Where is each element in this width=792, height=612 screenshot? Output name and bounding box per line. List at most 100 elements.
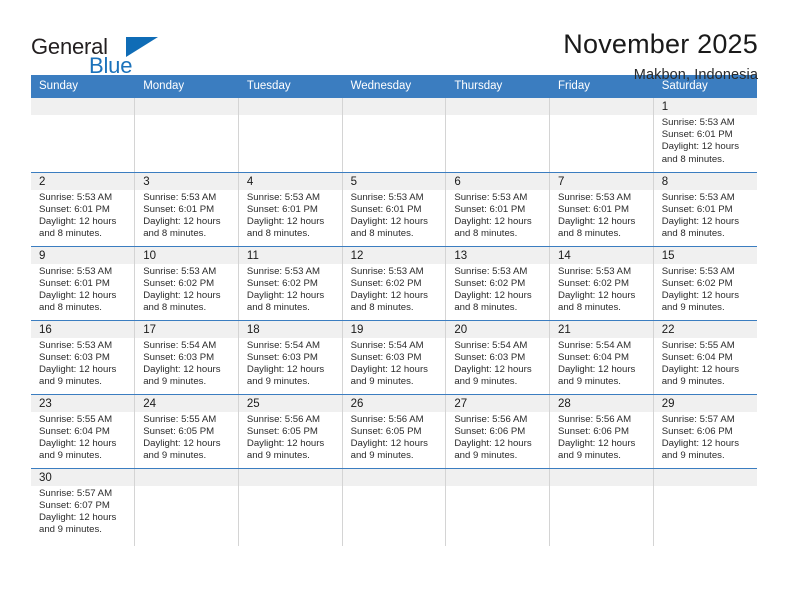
- calendar-table: Sunday Monday Tuesday Wednesday Thursday Frid…: [31, 75, 757, 546]
- day-detail-line: Sunrise: 5:57 AM: [661, 413, 735, 425]
- calendar-day-cell[interactable]: 13 Sunrise: 5:53 AM Sunset: 6:02 PM Dayligh…: [445, 246, 551, 321]
- calendar-day-cell[interactable]: 25 Sunrise: 5:56 AM Sunset: 6:05 PM Dayligh…: [238, 394, 343, 469]
- day-number: [550, 468, 653, 486]
- calendar-day-cell[interactable]: 2 Sunrise: 5:53 AM Sunset: 6:01 PM Daylight…: [31, 172, 136, 247]
- calendar-day-cell[interactable]: 29 Sunrise: 5:57 AM Sunset: 6:06 PM Dayligh…: [653, 394, 757, 469]
- day-detail-line: Sunrise: 5:56 AM: [454, 413, 528, 425]
- calendar-day-cell[interactable]: 27 Sunrise: 5:56 AM Sunset: 6:06 PM Dayligh…: [445, 394, 551, 469]
- day-detail-line: Sunset: 6:01 PM: [454, 203, 526, 215]
- calendar-day-cell[interactable]: 19 Sunrise: 5:54 AM Sunset: 6:03 PM Dayligh…: [342, 320, 447, 395]
- logo-text-blue: Blue: [89, 53, 133, 78]
- day-detail-line: and 8 minutes.: [661, 228, 725, 240]
- day-number: 2: [31, 172, 135, 190]
- day-details: Sunrise: 5:55 AM Sunset: 6:04 PM Daylight:…: [654, 338, 757, 389]
- calendar-day-cell[interactable]: 1 Sunrise: 5:53 AM Sunset: 6:01 PM Daylight…: [653, 98, 757, 173]
- calendar-day-cell[interactable]: 11 Sunrise: 5:53 AM Sunset: 6:02 PM Dayligh…: [238, 246, 343, 321]
- calendar-day-cell[interactable]: 3 Sunrise: 5:53 AM Sunset: 6:01 PM Daylight…: [134, 172, 239, 247]
- calendar-day-cell[interactable]: 24 Sunrise: 5:55 AM Sunset: 6:05 PM Dayligh…: [134, 394, 239, 469]
- day-detail-line: Sunrise: 5:53 AM: [143, 265, 217, 277]
- day-detail-line: and 9 minutes.: [350, 376, 414, 388]
- day-number: 15: [653, 246, 757, 264]
- day-detail-line: Sunrise: 5:56 AM: [350, 413, 424, 425]
- calendar-empty-cell: [445, 468, 551, 546]
- day-details: Sunrise: 5:53 AM Sunset: 6:01 PM Daylight:…: [550, 190, 653, 241]
- day-number: 4: [238, 172, 342, 190]
- day-number: 28: [550, 394, 653, 412]
- calendar-day-cell[interactable]: 17 Sunrise: 5:54 AM Sunset: 6:03 PM Dayligh…: [134, 320, 239, 395]
- calendar-day-cell[interactable]: 14 Sunrise: 5:53 AM Sunset: 6:02 PM Dayligh…: [549, 246, 654, 321]
- day-detail-line: Sunrise: 5:53 AM: [558, 265, 632, 277]
- day-detail-line: and 9 minutes.: [661, 376, 725, 388]
- day-detail-line: Daylight: 12 hours: [143, 289, 221, 301]
- day-detail-line: and 8 minutes.: [143, 228, 207, 240]
- day-detail-line: Daylight: 12 hours: [558, 363, 636, 375]
- day-detail-line: Daylight: 12 hours: [39, 437, 117, 449]
- day-detail-line: Sunset: 6:06 PM: [558, 425, 629, 437]
- day-detail-line: Sunset: 6:01 PM: [558, 203, 629, 215]
- day-detail-line: Sunset: 6:06 PM: [454, 425, 526, 437]
- day-detail-line: Sunrise: 5:54 AM: [558, 339, 632, 351]
- day-detail-line: and 8 minutes.: [143, 302, 207, 314]
- day-detail-line: Sunrise: 5:53 AM: [350, 191, 424, 203]
- calendar-day-cell[interactable]: 4 Sunrise: 5:53 AM Sunset: 6:01 PM Daylight…: [238, 172, 343, 247]
- day-number: 14: [550, 246, 653, 264]
- day-detail-line: Sunrise: 5:55 AM: [661, 339, 735, 351]
- calendar-day-cell[interactable]: 18 Sunrise: 5:54 AM Sunset: 6:03 PM Dayligh…: [238, 320, 343, 395]
- calendar-empty-cell: [238, 98, 343, 173]
- calendar-day-cell[interactable]: 12 Sunrise: 5:53 AM Sunset: 6:02 PM Dayligh…: [342, 246, 447, 321]
- day-detail-line: Daylight: 12 hours: [661, 141, 740, 153]
- day-details: Sunrise: 5:55 AM Sunset: 6:04 PM Daylight:…: [31, 412, 134, 463]
- day-details: Sunrise: 5:54 AM Sunset: 6:03 PM Daylight:…: [239, 338, 342, 389]
- day-number: 6: [446, 172, 550, 190]
- day-number: 21: [550, 320, 653, 338]
- day-detail-line: and 9 minutes.: [246, 450, 310, 462]
- calendar-day-cell[interactable]: 23 Sunrise: 5:55 AM Sunset: 6:04 PM Dayligh…: [31, 394, 136, 469]
- calendar-day-cell[interactable]: 20 Sunrise: 5:54 AM Sunset: 6:03 PM Dayligh…: [445, 320, 551, 395]
- day-detail-line: Sunrise: 5:53 AM: [661, 191, 735, 203]
- calendar-empty-cell: [134, 468, 239, 546]
- calendar-day-cell[interactable]: 30 Sunrise: 5:57 AM Sunset: 6:07 PM Dayligh…: [31, 468, 136, 546]
- day-detail-line: Sunset: 6:06 PM: [661, 425, 733, 437]
- day-number: 17: [135, 320, 238, 338]
- day-detail-line: Sunset: 6:02 PM: [350, 277, 422, 289]
- day-detail-line: Daylight: 12 hours: [143, 363, 221, 375]
- day-details: Sunrise: 5:57 AM Sunset: 6:07 PM Daylight:…: [31, 486, 134, 537]
- day-detail-line: and 9 minutes.: [661, 302, 725, 314]
- day-number: 3: [135, 172, 238, 190]
- general-blue-logo[interactable]: General Blue: [31, 28, 171, 78]
- calendar-day-cell[interactable]: 28 Sunrise: 5:56 AM Sunset: 6:06 PM Dayligh…: [549, 394, 654, 469]
- calendar-day-cell[interactable]: 6 Sunrise: 5:53 AM Sunset: 6:01 PM Daylight…: [445, 172, 551, 247]
- calendar-day-cell[interactable]: 16 Sunrise: 5:53 AM Sunset: 6:03 PM Dayligh…: [31, 320, 136, 395]
- day-detail-line: Daylight: 12 hours: [454, 215, 532, 227]
- calendar-day-cell[interactable]: 22 Sunrise: 5:55 AM Sunset: 6:04 PM Dayligh…: [653, 320, 757, 395]
- day-detail-line: and 8 minutes.: [661, 153, 725, 165]
- day-detail-line: Sunrise: 5:54 AM: [143, 339, 217, 351]
- calendar-day-cell[interactable]: 7 Sunrise: 5:53 AM Sunset: 6:01 PM Daylight…: [549, 172, 654, 247]
- day-number: 13: [446, 246, 550, 264]
- calendar-day-cell[interactable]: 9 Sunrise: 5:53 AM Sunset: 6:01 PM Daylight…: [31, 246, 136, 321]
- day-detail-line: Sunset: 6:05 PM: [246, 425, 318, 437]
- day-detail-line: Sunrise: 5:53 AM: [454, 191, 528, 203]
- day-detail-line: Sunrise: 5:53 AM: [454, 265, 528, 277]
- calendar-day-cell[interactable]: 26 Sunrise: 5:56 AM Sunset: 6:05 PM Dayligh…: [342, 394, 447, 469]
- day-details: Sunrise: 5:56 AM Sunset: 6:05 PM Daylight:…: [239, 412, 342, 463]
- day-detail-line: Daylight: 12 hours: [246, 215, 325, 227]
- day-detail-line: and 8 minutes.: [246, 228, 310, 240]
- day-detail-line: and 9 minutes.: [454, 450, 518, 462]
- day-detail-line: Sunrise: 5:54 AM: [246, 339, 320, 351]
- day-number: [342, 468, 446, 486]
- day-detail-line: Sunset: 6:03 PM: [454, 351, 526, 363]
- day-detail-line: Sunrise: 5:53 AM: [350, 265, 424, 277]
- day-detail-line: Daylight: 12 hours: [246, 289, 325, 301]
- calendar-day-cell[interactable]: 5 Sunrise: 5:53 AM Sunset: 6:01 PM Daylight…: [342, 172, 447, 247]
- day-detail-line: Sunset: 6:01 PM: [661, 203, 733, 215]
- calendar-day-cell[interactable]: 8 Sunrise: 5:53 AM Sunset: 6:01 PM Daylight…: [653, 172, 757, 247]
- calendar-day-cell[interactable]: 21 Sunrise: 5:54 AM Sunset: 6:04 PM Dayligh…: [549, 320, 654, 395]
- day-detail-line: and 9 minutes.: [246, 376, 310, 388]
- weekday-header-thursday: Thursday: [445, 75, 551, 98]
- day-details: Sunrise: 5:56 AM Sunset: 6:05 PM Daylight:…: [343, 412, 446, 463]
- calendar-day-cell[interactable]: 10 Sunrise: 5:53 AM Sunset: 6:02 PM Dayligh…: [134, 246, 239, 321]
- calendar-day-cell[interactable]: 15 Sunrise: 5:53 AM Sunset: 6:02 PM Dayligh…: [653, 246, 757, 321]
- day-number: 5: [342, 172, 446, 190]
- day-details: Sunrise: 5:56 AM Sunset: 6:06 PM Daylight:…: [550, 412, 653, 463]
